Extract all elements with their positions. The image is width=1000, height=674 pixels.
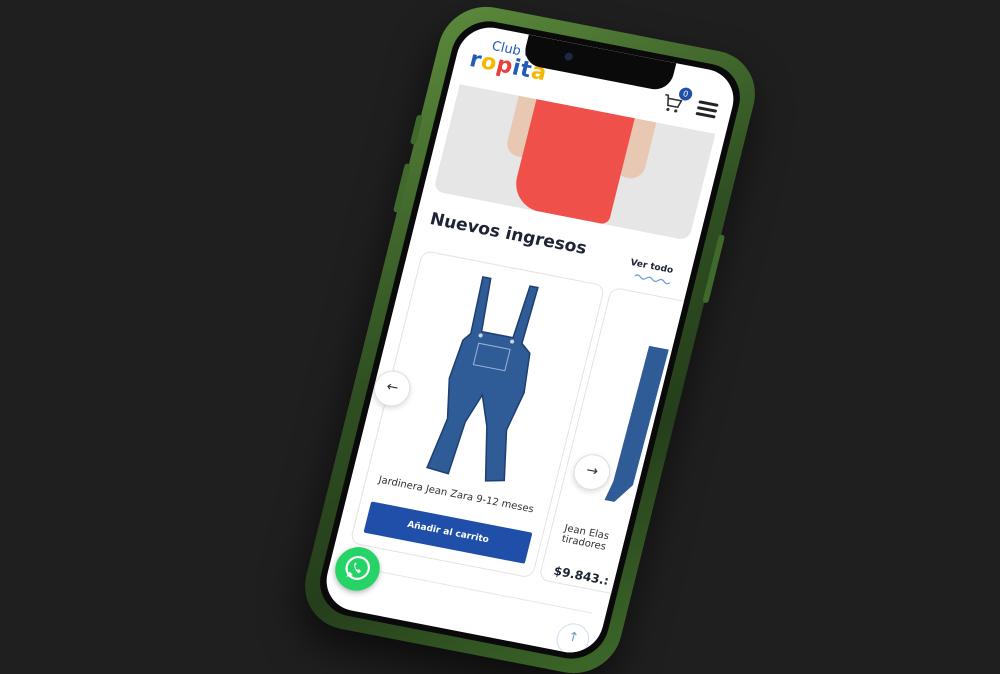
phone-mockup: Club de ropita 0 Nuevos ingresos Ver tod…	[295, 0, 765, 674]
arrow-right-icon: →	[584, 462, 600, 480]
product-price: $9.843.:	[552, 563, 611, 588]
product-image-jeans	[604, 345, 669, 502]
arrow-left-icon: ←	[384, 378, 401, 397]
whatsapp-icon	[345, 556, 370, 580]
product-image-overalls	[426, 276, 539, 482]
product-name[interactable]: Jean Elas tiradores	[560, 523, 624, 556]
whatsapp-button[interactable]	[330, 543, 385, 595]
back-to-top-button[interactable]: ↑	[553, 620, 593, 658]
app-display: Club de ropita 0 Nuevos ingresos Ver tod…	[319, 22, 741, 658]
arrow-up-icon: ↑	[566, 629, 581, 647]
add-to-cart-button[interactable]: Añadir al carrito	[363, 501, 533, 564]
stage: Club de ropita 0 Nuevos ingresos Ver tod…	[0, 0, 1000, 674]
camera-icon	[563, 51, 574, 62]
cart-button[interactable]: 0	[659, 86, 694, 115]
hamburger-menu-icon[interactable]	[695, 100, 719, 119]
